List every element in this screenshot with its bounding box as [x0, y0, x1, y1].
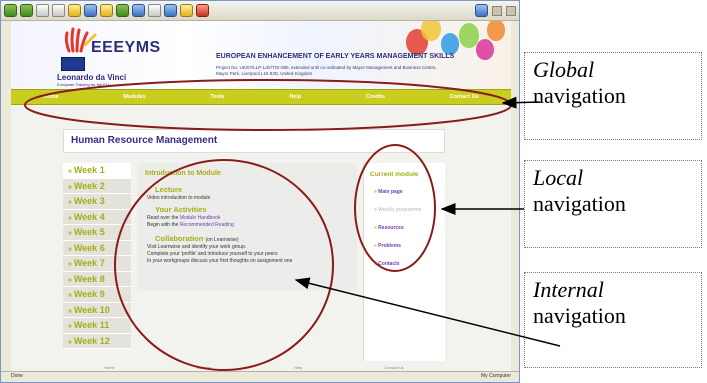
browser-toolbar — [1, 1, 519, 21]
page-title: Human Resource Management — [71, 135, 218, 146]
stop-icon[interactable] — [36, 4, 49, 17]
folder-icon[interactable] — [180, 4, 193, 17]
current-module-title: Current module — [370, 171, 419, 178]
global-navigation-label: navigation — [533, 83, 626, 108]
mail-icon[interactable] — [132, 4, 145, 17]
site-description: Project No. UK/07/LLP-LdV/TOI-080, exten… — [216, 65, 437, 76]
module-content-panel: Introduction to Module Lecture Video int… — [137, 163, 357, 291]
status-text: Done — [11, 373, 23, 379]
nav-tools[interactable]: Tools — [210, 94, 224, 100]
nav-home[interactable]: Home — [43, 94, 58, 100]
lecture-heading[interactable]: Lecture — [155, 185, 182, 194]
web-page: EEEYMS Leonardo da Vinci European Traini… — [11, 21, 511, 373]
balloon-image — [476, 39, 494, 60]
window-controls — [475, 4, 516, 17]
week-item-8[interactable]: Week 8 — [63, 271, 131, 287]
lecture-text: Video introduction to module — [147, 195, 211, 201]
activities-heading: Your Activities — [155, 205, 207, 214]
activities-line-1-text: Read over the — [147, 215, 180, 221]
messenger-icon[interactable] — [196, 4, 209, 17]
current-module-panel: Current module Main page Weekly programm… — [363, 163, 445, 361]
week-item-10[interactable]: Week 10 — [63, 302, 131, 318]
collaboration-title: Collaboration — [155, 234, 204, 243]
back-icon[interactable] — [4, 4, 17, 17]
status-zone: My Computer — [480, 373, 511, 379]
nav-modules[interactable]: Modules — [123, 94, 145, 100]
print-icon[interactable] — [148, 4, 161, 17]
local-label: Local — [533, 165, 584, 190]
local-navigation-callout: Local navigation — [524, 160, 702, 248]
week-item-1[interactable]: Week 1 — [63, 163, 131, 179]
current-module-problems[interactable]: Problems — [374, 243, 401, 249]
current-module-resources[interactable]: Resources — [374, 225, 404, 231]
current-module-contacts[interactable]: Contacts — [374, 261, 399, 267]
week-item-11[interactable]: Week 11 — [63, 318, 131, 334]
collaboration-line-1: Visit Learnwise and identify your work g… — [147, 244, 247, 250]
nav-credits[interactable]: Credits — [366, 94, 385, 100]
windows-logo-icon — [475, 4, 488, 17]
week-item-2[interactable]: Week 2 — [63, 178, 131, 194]
balloon-image — [441, 33, 459, 55]
week-item-12[interactable]: Week 12 — [63, 333, 131, 349]
internal-navigation-label: navigation — [533, 303, 626, 328]
internal-navigation-callout: Internal navigation — [524, 272, 702, 368]
current-module-main-page[interactable]: Main page — [374, 189, 402, 195]
leonardo-logo-text: Leonardo da Vinci — [57, 73, 127, 82]
collaboration-suffix: (on Learnwise) — [205, 237, 239, 243]
global-navigation-callout: Global navigation — [524, 52, 702, 140]
global-label: Global — [533, 57, 595, 82]
site-header: EEEYMS Leonardo da Vinci European Traini… — [11, 21, 511, 89]
leonardo-subtitle: European Training for the EU — [57, 82, 109, 87]
balloon-image — [487, 21, 505, 41]
nav-contact-us[interactable]: Contact Us — [450, 94, 479, 100]
home-icon[interactable] — [68, 4, 81, 17]
activities-line-1: Read over the Module Handbook — [147, 215, 220, 221]
week-item-6[interactable]: Week 6 — [63, 240, 131, 256]
activities-line-2: Begin with the Recommended Reading — [147, 222, 234, 228]
minimize-icon[interactable] — [492, 5, 502, 16]
search-icon[interactable] — [84, 4, 97, 17]
forward-icon[interactable] — [20, 4, 33, 17]
figure: EEEYMS Leonardo da Vinci European Traini… — [0, 0, 707, 383]
browser-status-bar: Done My Computer — [1, 371, 519, 382]
logo-text: EEEYMS — [91, 39, 161, 56]
favorites-icon[interactable] — [100, 4, 113, 17]
week-item-3[interactable]: Week 3 — [63, 194, 131, 210]
local-navigation-label: navigation — [533, 191, 626, 216]
eu-flag-icon — [61, 57, 85, 71]
current-module-weekly-programme[interactable]: Weekly programme — [374, 207, 421, 213]
internal-label: Internal — [533, 277, 604, 302]
maximize-icon[interactable] — [506, 5, 516, 16]
refresh-icon[interactable] — [52, 4, 65, 17]
activities-line-2-text: Begin with the — [147, 222, 180, 228]
balloon-image — [421, 21, 441, 41]
collaboration-line-3: In your workgroups discuss your first th… — [147, 258, 293, 264]
content-title[interactable]: Introduction to Module — [145, 170, 221, 177]
recommended-reading-link[interactable]: Recommended Reading — [180, 222, 234, 228]
week-item-4[interactable]: Week 4 — [63, 209, 131, 225]
week-item-5[interactable]: Week 5 — [63, 225, 131, 241]
site-title: EUROPEAN ENHANCEMENT OF EARLY YEARS MANA… — [216, 53, 455, 60]
week-item-9[interactable]: Week 9 — [63, 287, 131, 303]
global-navigation-bar: Home Modules Tools Help Credits Contact … — [11, 89, 511, 105]
collaboration-line-2: Complete your 'profile' and introduce yo… — [147, 251, 278, 257]
nav-help[interactable]: Help — [289, 94, 301, 100]
history-icon[interactable] — [116, 4, 129, 17]
week-list: Week 1 Week 2 Week 3 Week 4 Week 5 Week … — [63, 163, 131, 349]
collaboration-heading: Collaboration (on Learnwise) — [155, 234, 239, 243]
browser-window: EEEYMS Leonardo da Vinci European Traini… — [0, 0, 520, 383]
module-handbook-link[interactable]: Module Handbook — [180, 215, 221, 221]
edit-icon[interactable] — [164, 4, 177, 17]
week-item-7[interactable]: Week 7 — [63, 256, 131, 272]
page-heading-box: Human Resource Management — [63, 129, 445, 153]
